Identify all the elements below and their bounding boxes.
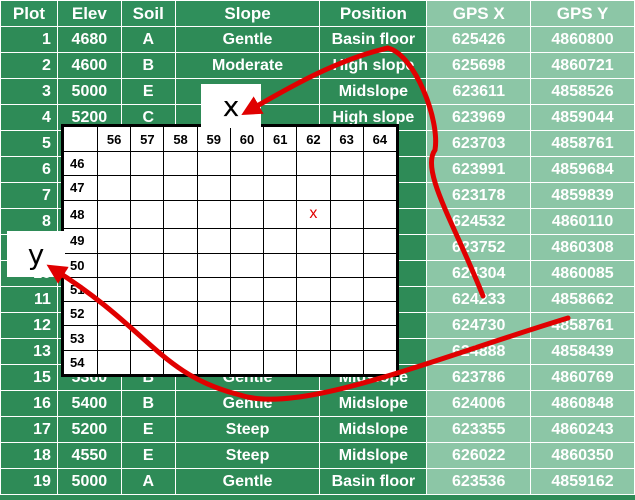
annotation-arrows xyxy=(46,45,571,402)
arrow-to-y xyxy=(46,264,571,402)
arrow-to-x xyxy=(241,45,486,299)
